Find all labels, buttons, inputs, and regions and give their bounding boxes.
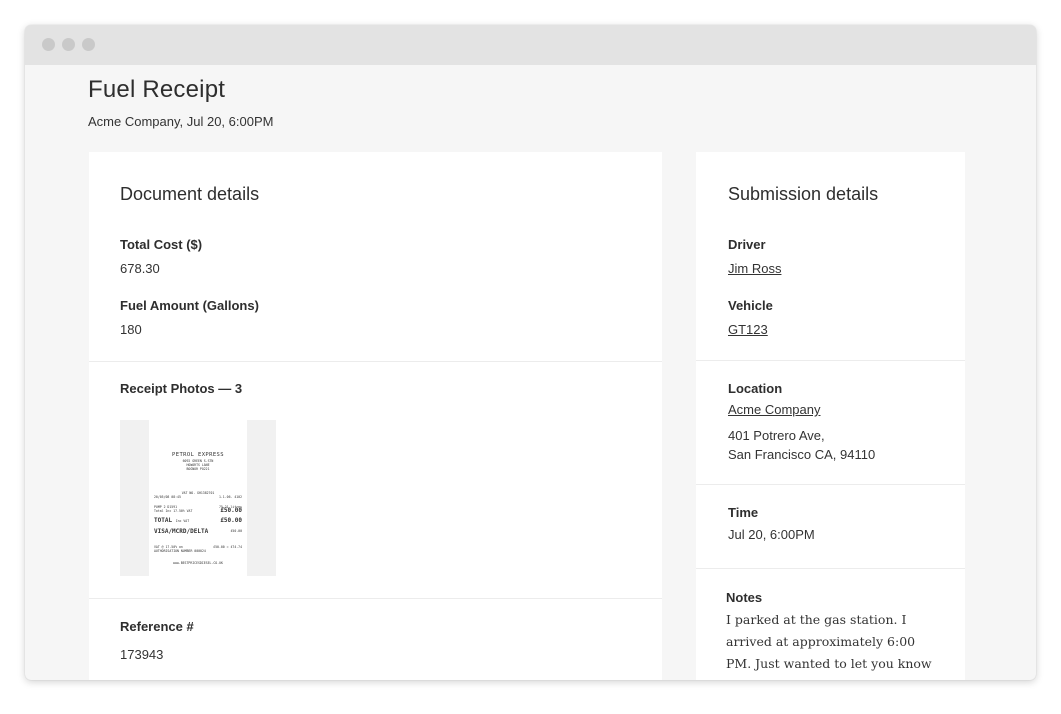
section-divider — [696, 484, 965, 485]
total-cost-value: 678.30 — [120, 261, 160, 276]
reference-value: 173943 — [120, 647, 164, 662]
section-divider — [89, 361, 662, 362]
submission-details-card: Submission details Driver Jim Ross Vehic… — [696, 152, 965, 680]
vehicle-label: Vehicle — [728, 298, 773, 313]
total-cost-label: Total Cost ($) — [120, 237, 203, 252]
page-subtitle: Acme Company, Jul 20, 6:00PM — [88, 114, 274, 129]
submission-details-heading: Submission details — [728, 184, 879, 204]
document-details-heading: Document details — [120, 184, 260, 204]
minimize-window-dot-icon[interactable] — [62, 38, 75, 51]
time-value: Jul 20, 6:00PM — [728, 527, 815, 542]
driver-link[interactable]: Jim Ross — [728, 261, 781, 276]
receipt-brand: PETROL EXPRESS — [172, 452, 224, 458]
receipt-address-line: BOGNOR PO221 — [186, 467, 210, 471]
time-label: Time — [728, 505, 759, 520]
receipt-date-row: 20/05/08 08:45 1.1.06. 4102 — [154, 495, 242, 499]
fuel-amount-value: 180 — [120, 322, 142, 337]
receipt-total-value: £50.00 — [220, 517, 242, 524]
receipt-till: 1.1.06. 4102 — [218, 495, 242, 499]
receipt-photo-thumbnail[interactable]: PETROL EXPRESS 6092 GREEN S-STN HOWARTS … — [120, 420, 276, 576]
vehicle-link[interactable]: GT123 — [728, 322, 768, 337]
receipt-photos-label: Receipt Photos — 3 — [120, 381, 243, 396]
page-title: Fuel Receipt — [88, 76, 226, 103]
close-window-dot-icon[interactable] — [42, 38, 55, 51]
address-line-2: San Francisco CA, 94110 — [728, 447, 876, 462]
receipt-vat-incl-value: £50.00 — [220, 507, 242, 514]
window-titlebar — [25, 25, 1036, 65]
section-divider — [696, 568, 965, 569]
location-label: Location — [728, 381, 783, 396]
receipt-card-value: £50.00 — [230, 529, 242, 533]
receipt-vat-incl-row: Total Inc 17.50% VAT £50.00 — [154, 507, 242, 514]
receipt-card-label: VISA/MCRD/DELTA — [154, 528, 209, 535]
driver-label: Driver — [728, 237, 766, 252]
fuel-amount-label: Fuel Amount (Gallons) — [120, 298, 259, 313]
receipt-auth: AUTHORISATION NUMBER 000024 — [154, 549, 206, 553]
receipt-total-row: TOTAL Inc VAT £50.00 — [154, 517, 242, 525]
browser-window: Fuel Receipt Acme Company, Jul 20, 6:00P… — [25, 25, 1036, 680]
section-divider — [89, 598, 662, 599]
maximize-window-dot-icon[interactable] — [82, 38, 95, 51]
receipt-image: PETROL EXPRESS 6092 GREEN S-STN HOWARTS … — [149, 420, 247, 576]
receipt-vat-incl-label: Total Inc 17.50% VAT — [154, 509, 193, 513]
receipt-date: 20/05/08 08:45 — [154, 495, 181, 499]
receipt-total-label: TOTAL Inc VAT — [154, 517, 190, 524]
receipt-website: www.BESTPRICESDIESEL.CO.UK — [173, 561, 223, 565]
notes-text: I parked at the gas station. I arrived a… — [726, 612, 932, 671]
document-details-card: Document details Total Cost ($) 678.30 F… — [89, 152, 662, 680]
notes-label: Notes — [726, 590, 763, 605]
address-line-1: 401 Potrero Ave, — [728, 428, 825, 443]
receipt-card-row: VISA/MCRD/DELTA £50.00 — [154, 528, 242, 535]
section-divider — [696, 360, 965, 361]
reference-label: Reference # — [120, 619, 194, 634]
location-link[interactable]: Acme Company — [728, 402, 820, 417]
